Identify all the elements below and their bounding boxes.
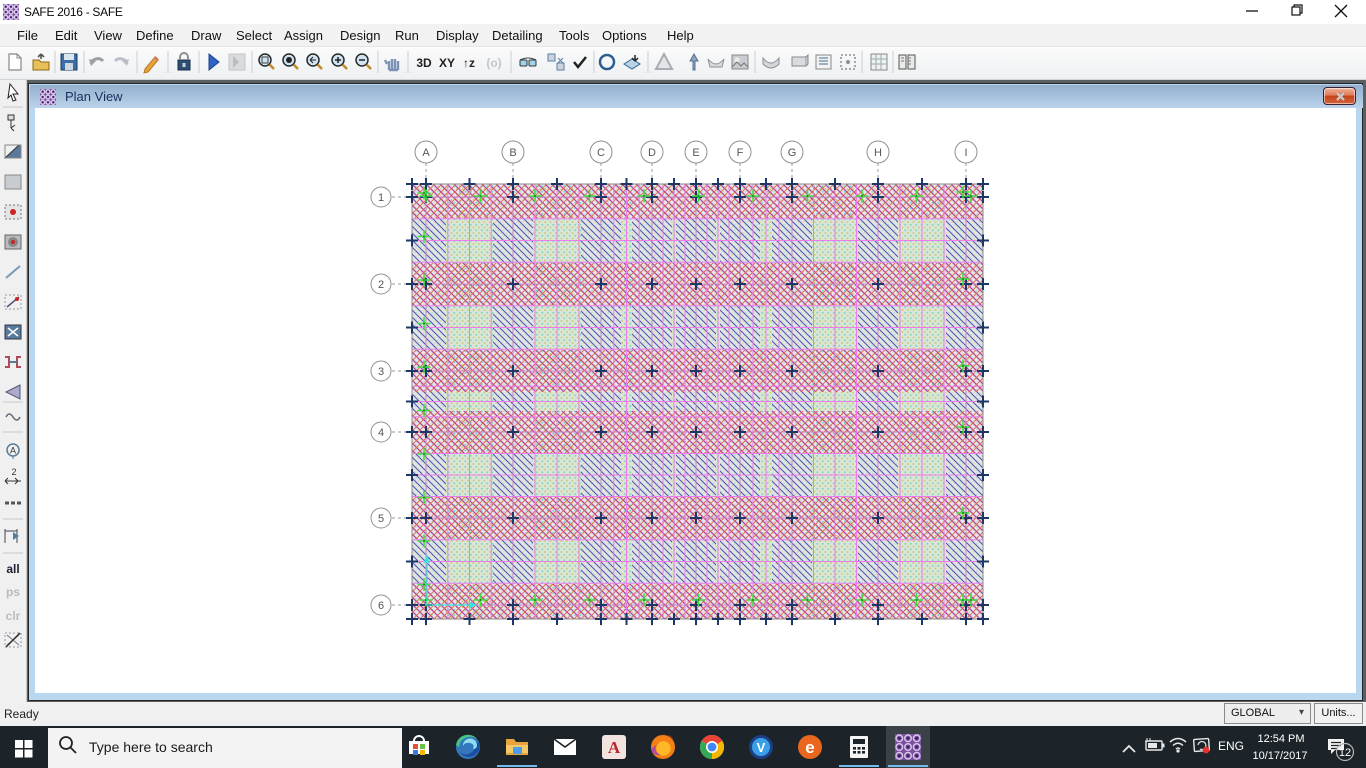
svg-text:(o): (o) [486,56,501,70]
svg-text:A: A [608,738,621,757]
svg-text:ps: ps [6,585,20,599]
svg-text:4: 4 [378,427,384,439]
svg-text:XY: XY [439,56,455,70]
svg-text:3: 3 [378,366,384,378]
svg-text:C: C [597,147,605,159]
svg-text:A: A [422,147,430,159]
svg-text:1: 1 [378,192,384,204]
svg-text:clr: clr [6,609,21,623]
svg-text:I: I [964,147,967,159]
svg-text:E: E [692,147,699,159]
svg-text:5: 5 [378,513,384,525]
svg-text:B: B [509,147,516,159]
svg-text:G: G [788,147,797,159]
svg-text:D: D [648,147,656,159]
svg-text:e: e [805,738,814,757]
svg-text:2: 2 [11,467,16,477]
svg-text:H: H [874,147,882,159]
svg-text:3D: 3D [416,56,432,70]
svg-text:F: F [737,147,744,159]
svg-text:2: 2 [378,279,384,291]
svg-text:↑z: ↑z [463,56,475,70]
svg-text:A: A [10,446,16,456]
svg-text:all: all [6,562,19,576]
svg-text:6: 6 [378,600,384,612]
svg-text:V: V [757,740,766,755]
